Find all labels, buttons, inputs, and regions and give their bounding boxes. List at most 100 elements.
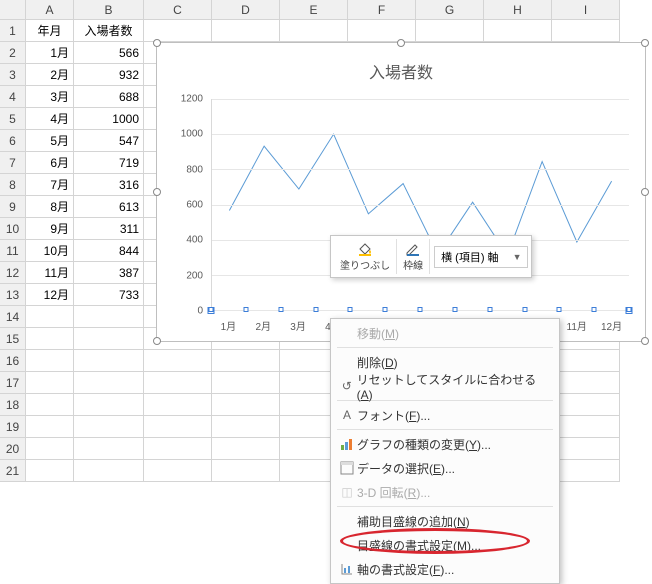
cell[interactable] [552,20,620,42]
col-header-D[interactable]: D [212,0,280,20]
col-header-C[interactable]: C [144,0,212,20]
cell[interactable]: 688 [74,86,144,108]
cell[interactable] [74,372,144,394]
menu-change-chart-type[interactable]: グラフの種類の変更(Y)... [331,432,559,456]
row-header-3[interactable]: 3 [0,64,26,86]
cell[interactable] [74,350,144,372]
row-header-4[interactable]: 4 [0,86,26,108]
cell[interactable]: 733 [74,284,144,306]
chart-plot-area[interactable] [211,99,629,311]
fill-button[interactable]: 塗りつぶし [334,239,397,274]
cell[interactable]: 3月 [26,86,74,108]
row-header-1[interactable]: 1 [0,20,26,42]
cell[interactable] [144,416,212,438]
row-header-14[interactable]: 14 [0,306,26,328]
cell[interactable] [26,328,74,350]
cell[interactable]: 9月 [26,218,74,240]
row-header-11[interactable]: 11 [0,240,26,262]
cell[interactable]: 844 [74,240,144,262]
cell[interactable] [144,460,212,482]
row-header-5[interactable]: 5 [0,108,26,130]
cell[interactable] [552,416,620,438]
cell[interactable] [26,438,74,460]
row-header-18[interactable]: 18 [0,394,26,416]
cell[interactable] [74,460,144,482]
cell[interactable] [416,20,484,42]
outline-button[interactable]: 枠線 [397,239,430,274]
cell[interactable]: 387 [74,262,144,284]
row-header-17[interactable]: 17 [0,372,26,394]
cell[interactable] [144,394,212,416]
cell[interactable] [26,372,74,394]
chart-y-axis[interactable]: 020040060080010001200 [177,99,207,311]
menu-reset-style[interactable]: ↺リセットしてスタイルに合わせる(A) [331,374,559,398]
cell[interactable]: 5月 [26,130,74,152]
col-header-H[interactable]: H [484,0,552,20]
cell[interactable] [212,416,280,438]
cell[interactable] [74,416,144,438]
chart-title[interactable]: 入場者数 [157,43,645,91]
cell[interactable] [212,20,280,42]
cell[interactable] [74,394,144,416]
row-header-9[interactable]: 9 [0,196,26,218]
cell[interactable]: 7月 [26,174,74,196]
col-header-G[interactable]: G [416,0,484,20]
cell[interactable]: 547 [74,130,144,152]
cell[interactable] [26,350,74,372]
cell[interactable] [552,438,620,460]
cell[interactable]: 311 [74,218,144,240]
chart-element-selector[interactable]: 横 (項目) 軸 ▼ [434,246,528,268]
cell[interactable] [74,438,144,460]
menu-select-data[interactable]: データの選択(E)... [331,456,559,480]
col-header-A[interactable]: A [26,0,74,20]
cell[interactable] [484,20,552,42]
embedded-chart[interactable]: 入場者数 020040060080010001200 1月2月3月4月5月6月7… [156,42,646,342]
menu-add-minor-gridlines[interactable]: 補助目盛線の追加(N) [331,509,559,533]
cell[interactable] [74,328,144,350]
row-header-13[interactable]: 13 [0,284,26,306]
cell[interactable] [144,438,212,460]
cell[interactable]: 10月 [26,240,74,262]
cell[interactable] [212,438,280,460]
cell[interactable]: 4月 [26,108,74,130]
row-header-21[interactable]: 21 [0,460,26,482]
cell[interactable]: 1月 [26,42,74,64]
cell[interactable] [212,372,280,394]
cell[interactable] [280,20,348,42]
row-header-16[interactable]: 16 [0,350,26,372]
cell[interactable] [26,394,74,416]
row-header-15[interactable]: 15 [0,328,26,350]
cell[interactable]: 8月 [26,196,74,218]
row-header-12[interactable]: 12 [0,262,26,284]
cell[interactable] [26,306,74,328]
col-header-F[interactable]: F [348,0,416,20]
cell[interactable]: 2月 [26,64,74,86]
cell[interactable] [26,416,74,438]
row-header-20[interactable]: 20 [0,438,26,460]
cell[interactable]: 年月 [26,20,74,42]
cell[interactable] [26,460,74,482]
row-header-6[interactable]: 6 [0,130,26,152]
cell[interactable] [348,20,416,42]
row-header-7[interactable]: 7 [0,152,26,174]
cell[interactable]: 316 [74,174,144,196]
cell[interactable] [552,460,620,482]
menu-format-gridlines[interactable]: 目盛線の書式設定(M)... [331,533,559,557]
cell[interactable]: 6月 [26,152,74,174]
col-header-E[interactable]: E [280,0,348,20]
cell[interactable] [552,372,620,394]
cell[interactable] [552,350,620,372]
cell[interactable] [212,460,280,482]
row-header-10[interactable]: 10 [0,218,26,240]
cell[interactable] [212,350,280,372]
cell[interactable] [144,350,212,372]
cell[interactable]: 613 [74,196,144,218]
cell[interactable]: 12月 [26,284,74,306]
col-header-B[interactable]: B [74,0,144,20]
menu-format-axis[interactable]: 軸の書式設定(F)... [331,557,559,581]
cell[interactable] [74,306,144,328]
cell[interactable]: 11月 [26,262,74,284]
col-header-I[interactable]: I [552,0,620,20]
cell[interactable]: 719 [74,152,144,174]
cell[interactable]: 932 [74,64,144,86]
